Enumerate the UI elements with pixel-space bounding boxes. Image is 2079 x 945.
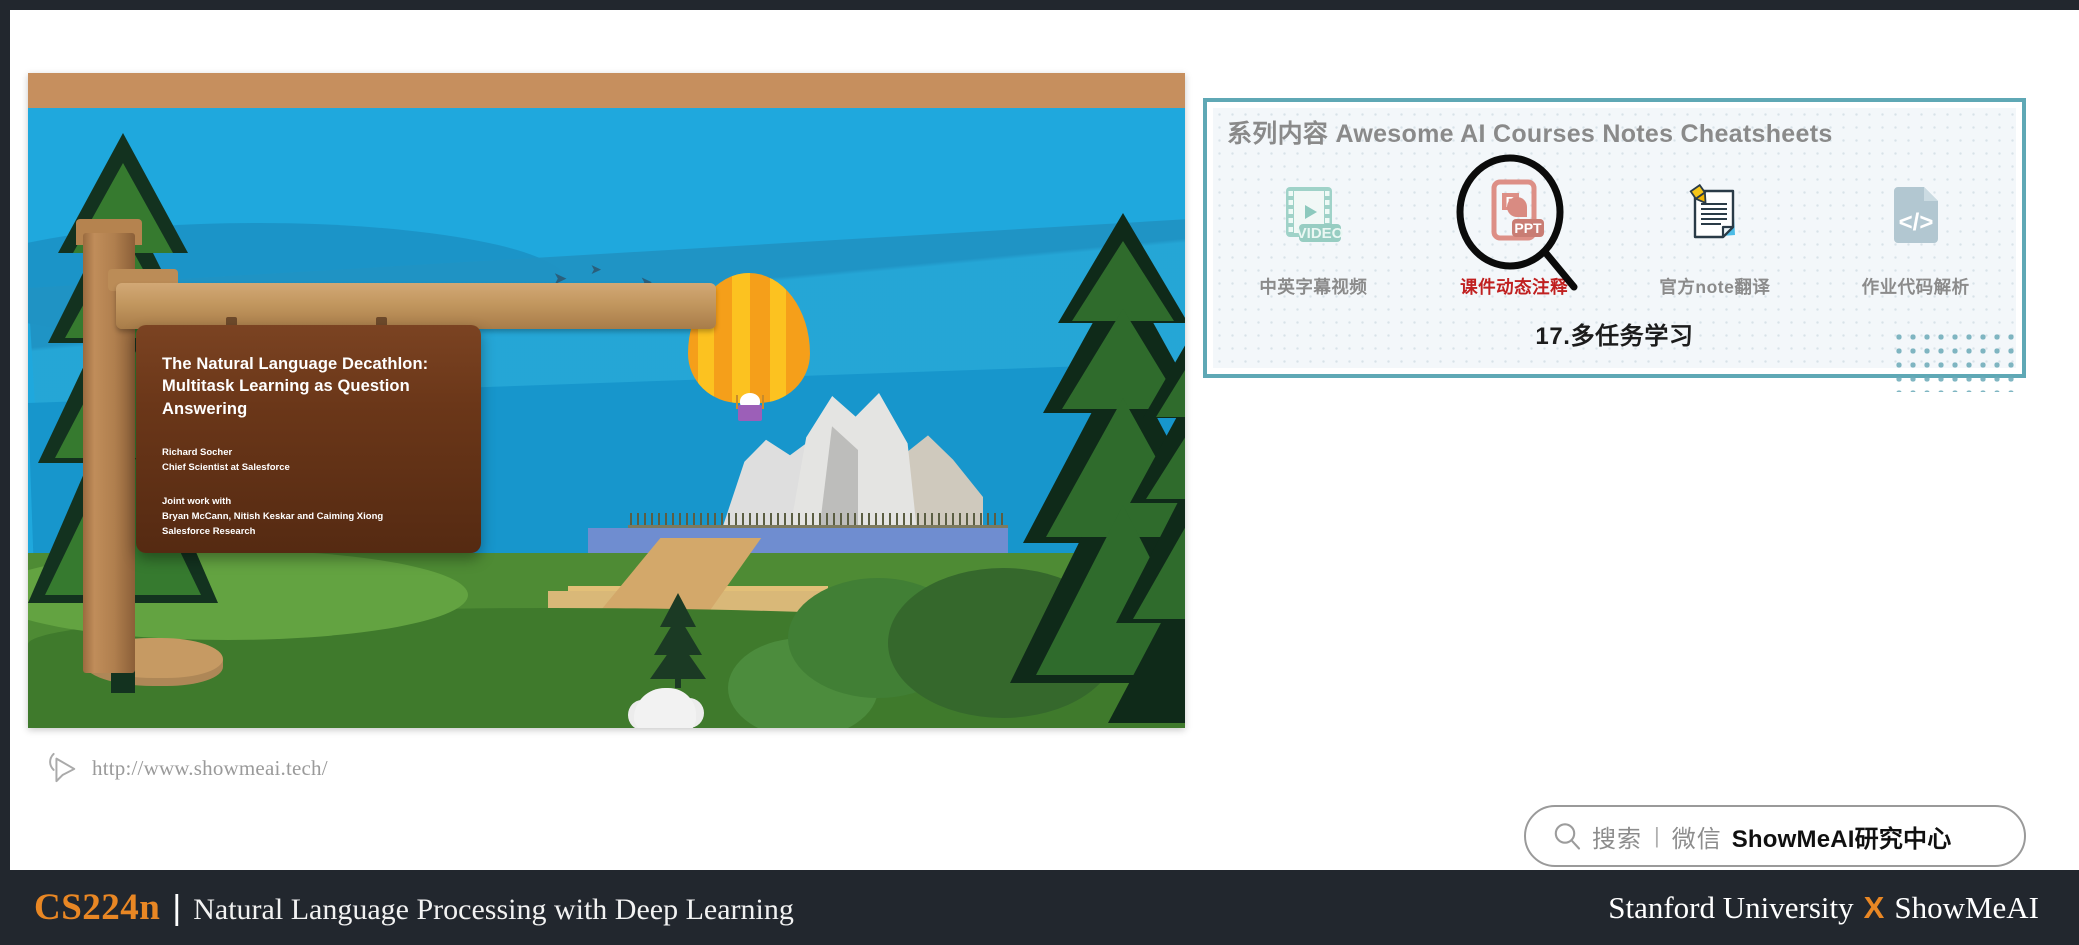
pine-tree-small: [650, 593, 706, 688]
video-badge-text: VIDEO: [1297, 225, 1344, 242]
series-panel-title: 系列内容 Awesome AI Courses Notes Cheatsheet…: [1227, 120, 1833, 148]
slide-title-board: The Natural Language Decathlon: Multitas…: [136, 325, 481, 553]
search-prefix-text: 搜索: [1592, 825, 1642, 853]
wechat-search-pill[interactable]: 搜索 | 微信 ShowMeAI研究中心: [1524, 805, 2026, 867]
series-panel-inner: 系列内容 Awesome AI Courses Notes Cheatsheet…: [1213, 108, 2018, 392]
slide-title: The Natural Language Decathlon: Multitas…: [162, 355, 429, 418]
ppt-icon-box: P PPT: [1424, 170, 1604, 260]
video-film-icon: VIDEO: [1286, 187, 1344, 242]
slide-illustration: ➤ ➤ ➤ ➤ ➤: [28, 73, 1185, 728]
footer-university: Stanford University: [1608, 889, 1854, 925]
content-canvas: ➤ ➤ ➤ ➤ ➤: [10, 10, 2079, 870]
footer-partner: ShowMeAI: [1894, 889, 2039, 925]
joint-org: Salesforce Research: [162, 525, 256, 537]
video-icon-box: VIDEO: [1223, 170, 1403, 260]
joint-authors: Bryan McCann, Nitish Keskar and Caiming …: [162, 510, 384, 522]
series-item-video[interactable]: VIDEO 中英字幕视频: [1223, 170, 1403, 299]
pine-tree-right-b: [1108, 345, 1185, 723]
footer-course-group: CS224n | Natural Language Processing wit…: [34, 886, 794, 929]
code-icon-box: </>: [1826, 170, 2006, 260]
series-icons-row: VIDEO 中英字幕视频 PPT 课件动态注释 官方note翻译 </> 作业代…: [1213, 154, 2016, 299]
footer-course-code: CS224n: [34, 887, 161, 928]
slide-joint-block: Joint work with Bryan McCann, Nitish Kes…: [162, 495, 455, 539]
page-root: ➤ ➤ ➤ ➤ ➤: [0, 0, 2079, 945]
series-item-code[interactable]: </> 作业代码解析: [1826, 170, 2006, 299]
ppt-file-icon: P PPT: [1491, 179, 1545, 241]
series-item-label-video: 中英字幕视频: [1259, 277, 1368, 297]
footer-divider: |: [172, 889, 182, 927]
bird-icon: ➤: [590, 262, 602, 278]
code-file-icon: </>: [1893, 187, 1938, 243]
balloon-basket: [738, 405, 762, 421]
ppt-badge-text: PPT: [1515, 220, 1543, 236]
footer-bar: CS224n | Natural Language Processing wit…: [0, 870, 2079, 945]
site-url-row: http://www.showmeai.tech/: [48, 752, 328, 784]
series-content-panel: 系列内容 Awesome AI Courses Notes Cheatsheet…: [1203, 98, 2026, 392]
footer-course-name: Natural Language Processing with Deep Le…: [193, 893, 794, 926]
author-role: Chief Scientist at Salesforce: [162, 461, 290, 473]
series-item-note[interactable]: 官方note翻译: [1625, 170, 1805, 299]
note-icon-box: [1625, 170, 1805, 260]
slide-top-band: [28, 73, 1185, 108]
lecture-slide-image[interactable]: ➤ ➤ ➤ ➤ ➤: [28, 73, 1185, 728]
search-brand-text: ShowMeAI研究中心: [1731, 825, 1952, 853]
series-item-label-ppt: 课件动态注释: [1460, 277, 1569, 297]
joint-label: Joint work with: [162, 496, 232, 508]
signpost-beam: [116, 283, 716, 329]
cursor-arrow-icon: [49, 752, 76, 783]
search-separator: |: [1654, 823, 1660, 848]
einstein-mascot: [628, 688, 708, 728]
series-item-label-note: 官方note翻译: [1659, 277, 1771, 297]
code-badge-text: </>: [1898, 209, 1933, 236]
footer-partner-group: Stanford University X ShowMeAI: [1608, 890, 2039, 926]
footer-cross: X: [1863, 889, 1885, 925]
slide-author-block: Richard Socher Chief Scientist at Salesf…: [162, 446, 455, 475]
search-magnifier-icon: [1554, 823, 1581, 850]
author-name: Richard Socher: [162, 446, 233, 458]
search-channel-text: 微信: [1671, 825, 1722, 853]
note-page-icon: [1689, 183, 1735, 239]
site-url-text[interactable]: http://www.showmeai.tech/: [92, 756, 328, 781]
dotted-decoration: [1892, 330, 2018, 392]
series-item-ppt[interactable]: P PPT 课件动态注释: [1424, 154, 1604, 299]
series-item-label-code: 作业代码解析: [1861, 277, 1970, 297]
